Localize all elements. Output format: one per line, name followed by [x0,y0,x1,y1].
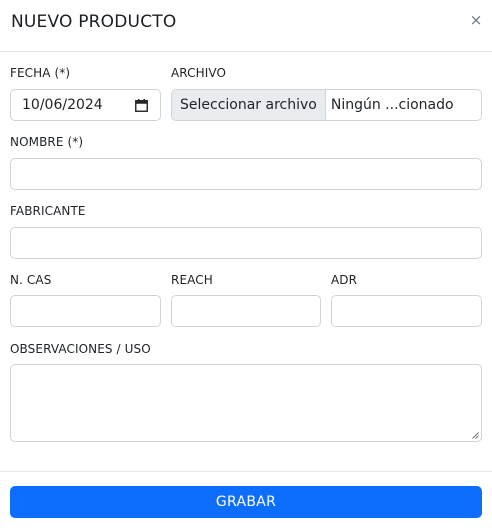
fabricante-input[interactable] [10,227,482,259]
grabar-button[interactable]: GRABAR [10,486,482,518]
observaciones-textarea[interactable] [10,364,482,442]
observaciones-label: OBSERVACIONES / USO [10,342,151,356]
nombre-label: NOMBRE (*) [10,135,84,149]
new-product-modal: NUEVO PRODUCTO × FECHA (*) 10/06/2024 AR… [0,0,492,530]
resize-handle-icon[interactable] [472,432,479,439]
archivo-label: ARCHIVO [171,66,227,80]
reach-label: REACH [171,273,213,287]
file-status-text: Ningún ...cionado [330,97,454,113]
select-file-button[interactable]: Seleccionar archivo [172,90,326,120]
reach-input[interactable] [171,295,321,327]
ncas-input[interactable] [10,295,161,327]
fecha-date-value: 10/06/2024 [22,97,103,113]
fecha-date-input[interactable]: 10/06/2024 [10,89,161,121]
fecha-label: FECHA (*) [10,66,71,80]
ncas-label: N. CAS [10,273,52,287]
nombre-input[interactable] [10,158,482,190]
adr-label: ADR [331,273,358,287]
close-icon[interactable]: × [469,12,483,28]
fabricante-label: FABRICANTE [10,204,86,218]
calendar-icon[interactable] [135,99,148,112]
modal-header: NUEVO PRODUCTO × [0,0,492,52]
archivo-file-input[interactable]: Seleccionar archivo Ningún ...cionado [171,89,482,121]
modal-title: NUEVO PRODUCTO [11,12,177,32]
adr-input[interactable] [331,295,482,327]
